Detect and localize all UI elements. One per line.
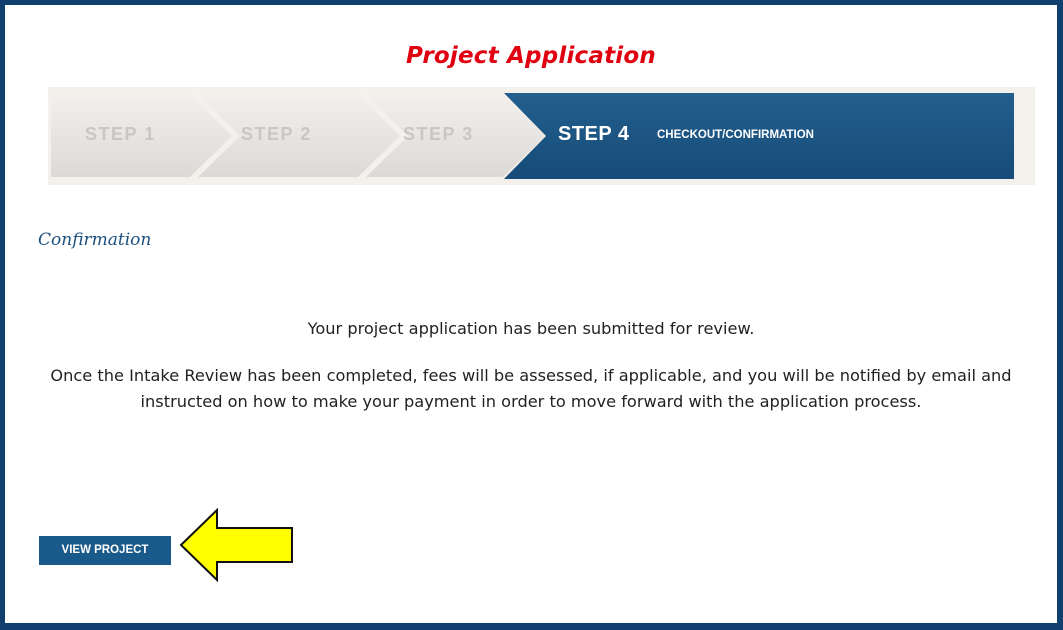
arrow-left-icon: [179, 508, 293, 582]
step-4-label: STEP 4: [558, 123, 630, 145]
page-title: Project Application: [406, 43, 656, 69]
step-1-label: STEP 1: [85, 124, 156, 144]
step-chevrons: [48, 93, 1014, 179]
section-heading: Confirmation: [38, 230, 152, 250]
step-progress-bar: STEP 1 STEP 2 STEP 3 STEP 4 CHECKOUT/CON…: [48, 93, 1014, 179]
view-project-button[interactable]: VIEW PROJECT: [39, 536, 171, 565]
step-2-label: STEP 2: [241, 124, 312, 144]
confirmation-message: Your project application has been submit…: [307, 319, 755, 338]
step-3-label: STEP 3: [403, 124, 474, 144]
step-4-description: CHECKOUT/CONFIRMATION: [657, 129, 814, 141]
next-steps-message: Once the Intake Review has been complete…: [50, 366, 1012, 411]
page-frame: Project Application STEP 1 STEP 2 STEP 3: [0, 0, 1063, 630]
